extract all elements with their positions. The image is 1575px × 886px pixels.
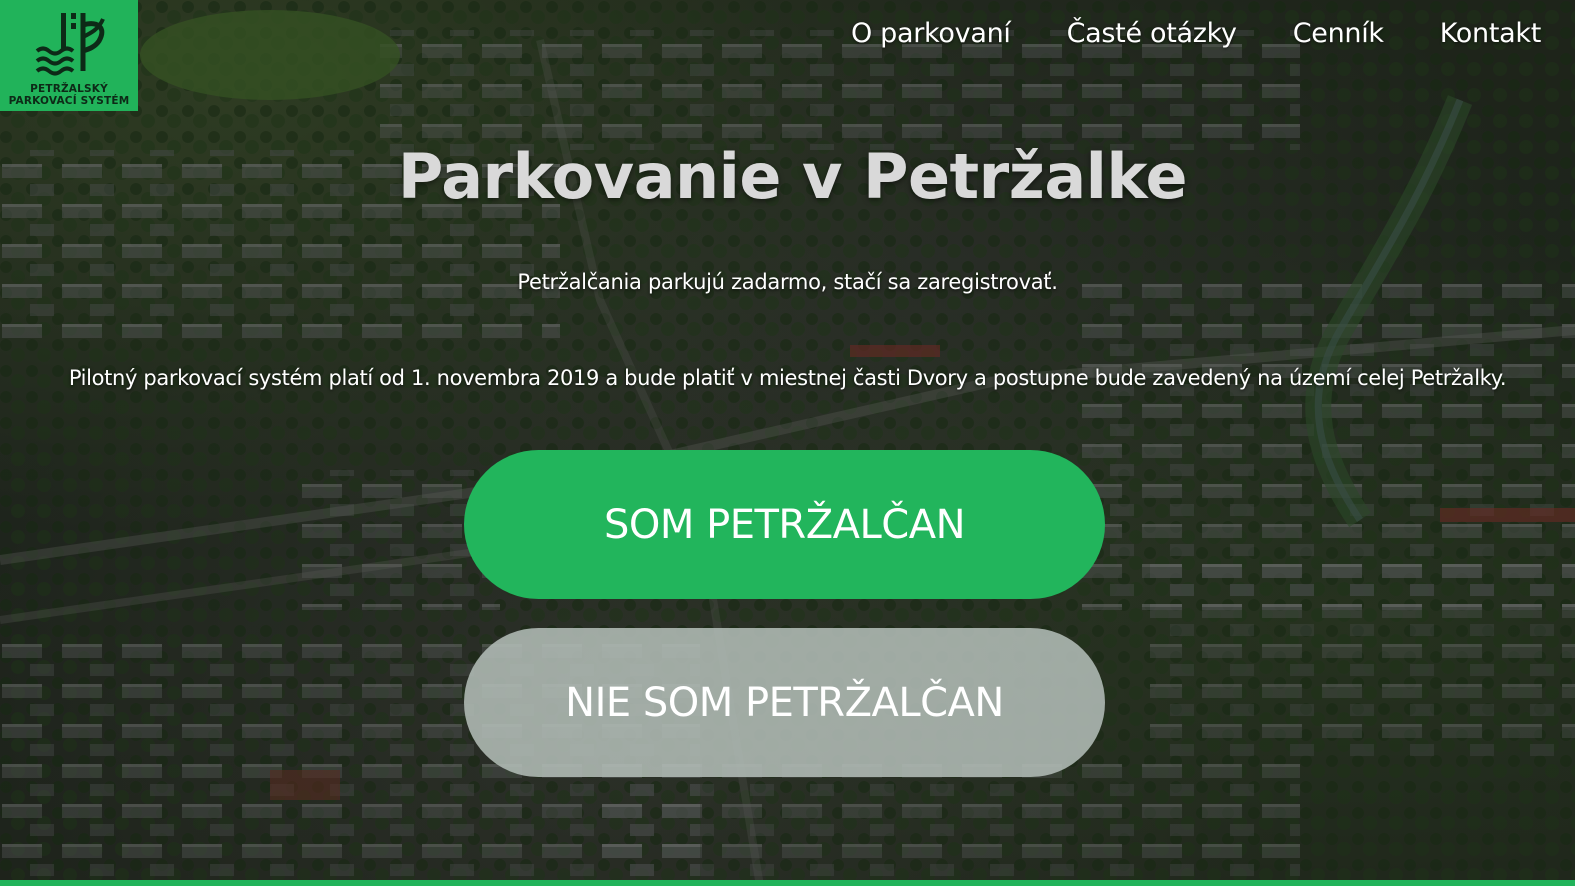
- nav-link-o-parkovani[interactable]: O parkovaní: [851, 18, 1011, 49]
- som-petrzalcan-button[interactable]: SOM PETRŽALČAN: [464, 450, 1105, 599]
- nav-link-cennik[interactable]: Cenník: [1293, 18, 1384, 49]
- logo[interactable]: PETRŽALSKÝ PARKOVACÍ SYSTÉM: [0, 0, 138, 111]
- hero-title: Parkovanie v Petržalke: [397, 140, 1188, 213]
- nav-link-caste-otazky[interactable]: Časté otázky: [1067, 18, 1237, 49]
- hero-note: Pilotný parkovací systém platí od 1. nov…: [68, 366, 1507, 390]
- bottom-accent-bar: [0, 880, 1575, 886]
- hero-subtitle: Petržalčania parkujú zadarmo, stačí sa z…: [517, 270, 1058, 294]
- logo-line-2: PARKOVACÍ SYSTÉM: [8, 95, 130, 107]
- nav-link-kontakt[interactable]: Kontakt: [1440, 18, 1542, 49]
- nie-som-petrzalcan-button[interactable]: NIE SOM PETRŽALČAN: [464, 628, 1105, 777]
- landing-page: PETRŽALSKÝ PARKOVACÍ SYSTÉM O parkovaní …: [0, 0, 1575, 886]
- logo-line-1: PETRŽALSKÝ: [30, 83, 108, 95]
- main-nav: O parkovaní Časté otázky Cenník Kontakt: [851, 18, 1541, 49]
- logo-text: PETRŽALSKÝ PARKOVACÍ SYSTÉM: [9, 83, 130, 107]
- logo-mark-icon: [35, 13, 105, 76]
